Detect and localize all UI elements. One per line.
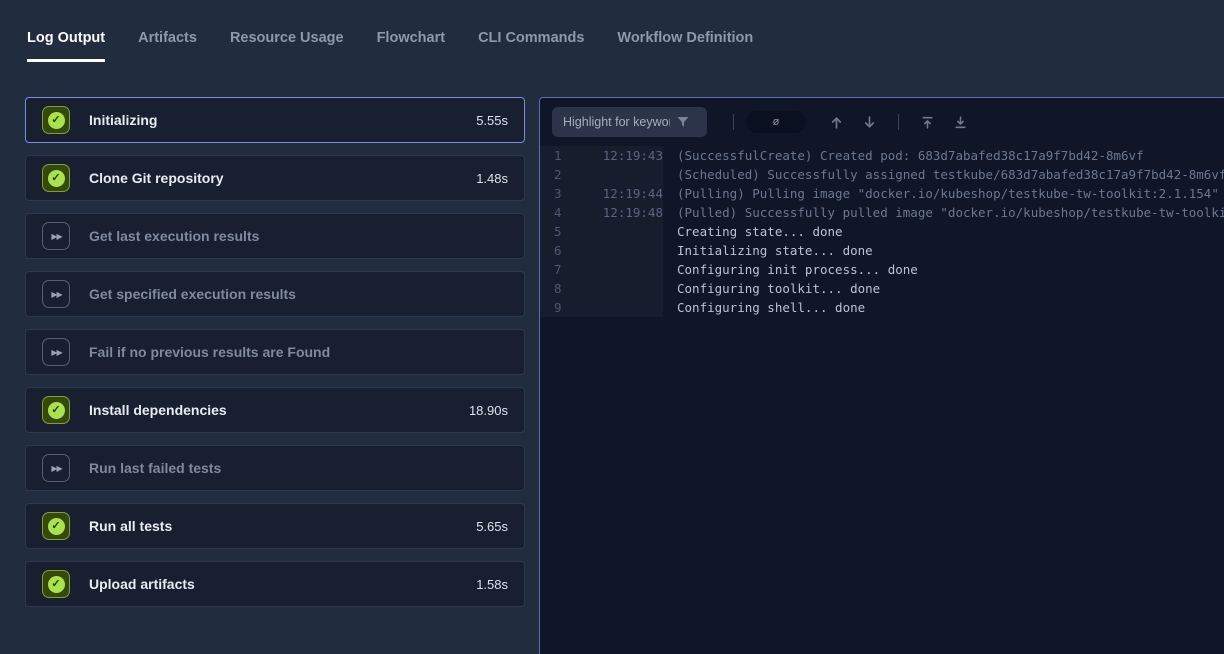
step-card[interactable]: ✓ ▶▶ Fail if no previous results are Fou… xyxy=(25,329,525,375)
tab-label: Artifacts xyxy=(138,30,197,46)
step-duration: 1.58s xyxy=(476,577,508,592)
skip-icon: ▶▶ xyxy=(42,454,70,482)
log-message: (Pulled) Successfully pulled image "dock… xyxy=(663,203,1224,222)
log-line-number: 9 xyxy=(540,298,580,317)
tab-label: Workflow Definition xyxy=(617,30,753,46)
toolbar-divider xyxy=(898,114,899,130)
log-line-number: 1 xyxy=(540,146,580,165)
log-row: 8 Configuring toolkit... done xyxy=(540,279,1224,298)
log-message: Configuring shell... done xyxy=(663,298,865,317)
log-message: (Scheduled) Successfully assigned testku… xyxy=(663,165,1224,184)
log-line-number: 5 xyxy=(540,222,580,241)
log-line-number: 3 xyxy=(540,184,580,203)
scroll-to-top-icon[interactable] xyxy=(916,111,939,134)
log-line-number: 2 xyxy=(540,165,580,184)
step-card[interactable]: ✓ ▶▶ Run last failed tests xyxy=(25,445,525,491)
step-card[interactable]: ✓ ▶▶ Initializing 5.55s xyxy=(25,97,525,143)
log-timestamp xyxy=(580,165,663,184)
check-icon: ✓ xyxy=(42,396,70,424)
keyword-search-input[interactable] xyxy=(552,115,676,129)
step-card[interactable]: ✓ ▶▶ Upload artifacts 1.58s xyxy=(25,561,525,607)
log-timestamp xyxy=(580,279,663,298)
log-message: Creating state... done xyxy=(663,222,843,241)
step-label: Fail if no previous results are Found xyxy=(89,344,508,360)
step-label: Initializing xyxy=(89,112,476,128)
step-label: Install dependencies xyxy=(89,402,469,418)
log-row: 6 Initializing state... done xyxy=(540,241,1224,260)
log-row: 2 (Scheduled) Successfully assigned test… xyxy=(540,165,1224,184)
check-icon: ✓ xyxy=(42,164,70,192)
tab-label: Log Output xyxy=(27,30,105,46)
step-duration: 5.65s xyxy=(476,519,508,534)
step-label: Get specified execution results xyxy=(89,286,508,302)
log-timestamp xyxy=(580,241,663,260)
tab-label: Flowchart xyxy=(377,30,445,46)
log-row: 7 Configuring init process... done xyxy=(540,260,1224,279)
tab-artifacts[interactable]: Artifacts xyxy=(138,30,197,62)
tab-workflow-definition[interactable]: Workflow Definition xyxy=(617,30,753,62)
log-row: 4 12:19:48 (Pulled) Successfully pulled … xyxy=(540,203,1224,222)
log-timestamp: 12:19:48 xyxy=(580,203,663,222)
search-box[interactable] xyxy=(552,107,707,137)
step-card[interactable]: ✓ ▶▶ Install dependencies 18.90s xyxy=(25,387,525,433)
filter-icon[interactable] xyxy=(676,115,690,129)
tab-flowchart[interactable]: Flowchart xyxy=(377,30,445,62)
step-label: Get last execution results xyxy=(89,228,508,244)
skip-icon: ▶▶ xyxy=(42,222,70,250)
tab-log-output[interactable]: Log Output xyxy=(27,30,105,62)
step-card[interactable]: ✓ ▶▶ Get last execution results xyxy=(25,213,525,259)
log-message: Configuring init process... done xyxy=(663,260,918,279)
log-timestamp xyxy=(580,222,663,241)
tab-label: Resource Usage xyxy=(230,30,344,46)
toolbar-divider xyxy=(733,114,734,130)
log-timestamp xyxy=(580,260,663,279)
log-row: 9 Configuring shell... done xyxy=(540,298,1224,317)
step-duration: 18.90s xyxy=(469,403,508,418)
step-card[interactable]: ✓ ▶▶ Run all tests 5.65s xyxy=(25,503,525,549)
log-panel: ø 1 12:19:43 (SuccessfulCreate) Created … xyxy=(539,97,1224,654)
log-output[interactable]: 1 12:19:43 (SuccessfulCreate) Created po… xyxy=(540,146,1224,317)
log-message: (SuccessfulCreate) Created pod: 683d7aba… xyxy=(663,146,1144,165)
log-message: (Pulling) Pulling image "docker.io/kubes… xyxy=(663,184,1219,203)
log-row: 1 12:19:43 (SuccessfulCreate) Created po… xyxy=(540,146,1224,165)
log-timestamp: 12:19:43 xyxy=(580,146,663,165)
next-match-icon[interactable] xyxy=(858,111,881,134)
step-card[interactable]: ✓ ▶▶ Clone Git repository 1.48s xyxy=(25,155,525,201)
previous-match-icon[interactable] xyxy=(825,111,848,134)
tab-bar: Log Output Artifacts Resource Usage Flow… xyxy=(27,30,753,62)
steps-list: ✓ ▶▶ Initializing 5.55s ✓ ▶▶ Clone Git r… xyxy=(25,97,525,619)
log-row: 5 Creating state... done xyxy=(540,222,1224,241)
step-label: Upload artifacts xyxy=(89,576,476,592)
log-timestamp xyxy=(580,298,663,317)
step-duration: 1.48s xyxy=(476,171,508,186)
log-line-number: 8 xyxy=(540,279,580,298)
log-message: Configuring toolkit... done xyxy=(663,279,880,298)
step-duration: 5.55s xyxy=(476,113,508,128)
step-card[interactable]: ✓ ▶▶ Get specified execution results xyxy=(25,271,525,317)
log-row: 3 12:19:44 (Pulling) Pulling image "dock… xyxy=(540,184,1224,203)
skip-icon: ▶▶ xyxy=(42,338,70,366)
scroll-to-bottom-icon[interactable] xyxy=(949,111,972,134)
tab-cli-commands[interactable]: CLI Commands xyxy=(478,30,584,62)
check-icon: ✓ xyxy=(42,106,70,134)
log-timestamp: 12:19:44 xyxy=(580,184,663,203)
check-icon: ✓ xyxy=(42,512,70,540)
step-label: Run last failed tests xyxy=(89,460,508,476)
match-count-badge: ø xyxy=(746,111,806,133)
log-message: Initializing state... done xyxy=(663,241,873,260)
log-line-number: 4 xyxy=(540,203,580,222)
step-label: Clone Git repository xyxy=(89,170,476,186)
step-label: Run all tests xyxy=(89,518,476,534)
skip-icon: ▶▶ xyxy=(42,280,70,308)
tab-label: CLI Commands xyxy=(478,30,584,46)
tab-resource-usage[interactable]: Resource Usage xyxy=(230,30,344,62)
log-line-number: 7 xyxy=(540,260,580,279)
check-icon: ✓ xyxy=(42,570,70,598)
log-line-number: 6 xyxy=(540,241,580,260)
log-toolbar: ø xyxy=(540,98,1224,146)
